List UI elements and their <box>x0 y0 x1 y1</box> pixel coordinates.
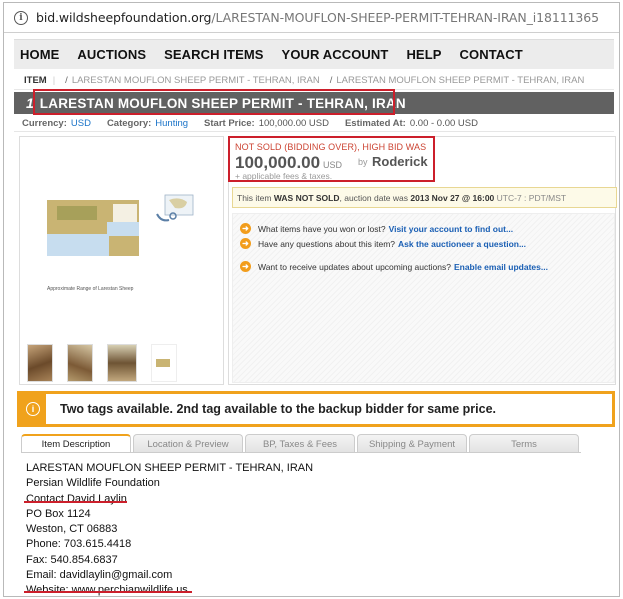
thumbnail-sheep-2[interactable] <box>67 344 93 382</box>
tab-terms[interactable]: Terms <box>469 434 579 453</box>
title-highlight-box <box>33 89 395 115</box>
info-icon[interactable]: i <box>14 10 28 25</box>
thumbnail-strip <box>27 344 217 382</box>
detail-tabs: Item Description Location & Preview BP, … <box>21 434 581 453</box>
tags-notice-banner: i Two tags available. 2nd tag available … <box>17 391 615 427</box>
breadcrumb-link-1[interactable]: LARESTAN MOUFLON SHEEP PERMIT - TEHRAN, … <box>72 75 320 86</box>
estimated-value: 0.00 - 0.00 USD <box>409 117 478 129</box>
inset-map-image <box>156 194 194 222</box>
map-caption: Approximate Range of Larestan Sheep <box>47 286 134 292</box>
description-line: LARESTAN MOUFLON SHEEP PERMIT - TEHRAN, … <box>26 462 314 474</box>
contact-underline <box>24 501 127 503</box>
currency-label: Currency: <box>22 117 67 129</box>
breadcrumb-divider: | <box>52 75 56 86</box>
description-line: Persian Wildlife Foundation <box>26 477 160 490</box>
tab-item-description[interactable]: Item Description <box>21 434 131 453</box>
nav-help[interactable]: HELP <box>406 47 441 62</box>
image-gallery: Approximate Range of Larestan Sheep <box>19 136 224 385</box>
info-icon: i <box>20 394 46 424</box>
tab-bp-taxes-fees[interactable]: BP, Taxes & Fees <box>245 434 355 453</box>
category-label: Category: <box>106 117 152 129</box>
breadcrumb-separator: / <box>65 75 68 86</box>
range-map-image[interactable] <box>47 200 139 256</box>
nav-home[interactable]: HOME <box>20 47 59 62</box>
address-bar[interactable]: i bid.wildsheepfoundation.org/LARESTAN-M… <box>4 3 619 33</box>
description-line: Weston, CT 06883 <box>26 523 118 536</box>
breadcrumb: ITEM | / LARESTAN MOUFLON SHEEP PERMIT -… <box>14 72 614 90</box>
description-line: Phone: 703.615.4418 <box>26 538 132 551</box>
tags-notice-text: Two tags available. 2nd tag available to… <box>60 402 497 416</box>
breadcrumb-link-2[interactable]: LARESTAN MOUFLON SHEEP PERMIT - TEHRAN, … <box>336 75 584 86</box>
item-meta: Currency: USD Category: Hunting Start Pr… <box>14 115 614 132</box>
description-line: Contact David Laylin <box>26 492 127 505</box>
nav-auctions[interactable]: AUCTIONS <box>77 47 146 62</box>
tab-location-preview[interactable]: Location & Preview <box>133 434 243 453</box>
arrow-right-icon: ➜ <box>240 223 251 234</box>
auction-result-notice: This item WAS NOT SOLD, auction date was… <box>232 187 617 208</box>
action-row-questions: ➜ Have any questions about this item? As… <box>240 238 526 249</box>
visit-account-link[interactable]: Visit your account to find out... <box>389 224 514 234</box>
breadcrumb-item-label: ITEM <box>24 75 47 86</box>
action-row-updates: ➜ Want to receive updates about upcoming… <box>240 261 548 272</box>
arrow-right-icon: ➜ <box>240 238 251 249</box>
main-nav: HOME AUCTIONS SEARCH ITEMS YOUR ACCOUNT … <box>14 39 614 69</box>
thumbnail-map[interactable] <box>151 344 177 382</box>
description-line: PO Box 1124 <box>26 507 91 520</box>
start-price-label: Start Price: <box>204 117 255 129</box>
nav-search-items[interactable]: SEARCH ITEMS <box>164 47 263 62</box>
action-links-panel: ➜ What items have you won or lost? Visit… <box>232 213 615 383</box>
item-description: LARESTAN MOUFLON SHEEP PERMIT - TEHRAN, … <box>26 461 313 599</box>
nav-your-account[interactable]: YOUR ACCOUNT <box>282 47 389 62</box>
bid-highlight-box <box>228 136 435 182</box>
estimated-label: Estimated At: <box>344 117 406 129</box>
currency-link[interactable]: USD <box>71 118 91 129</box>
website-underline <box>24 591 192 593</box>
thumbnail-sheep-1[interactable] <box>27 344 53 382</box>
url-text[interactable]: bid.wildsheepfoundation.org/LARESTAN-MOU… <box>36 10 599 25</box>
thumbnail-sheep-3[interactable] <box>107 344 137 382</box>
browser-window: i bid.wildsheepfoundation.org/LARESTAN-M… <box>3 2 620 597</box>
tab-divider <box>21 452 581 453</box>
description-line: Email: davidlaylin@gmail.com <box>26 569 173 582</box>
category-link[interactable]: Hunting <box>155 118 188 129</box>
description-line: Fax: 540.854.6837 <box>26 553 118 566</box>
enable-email-updates-link[interactable]: Enable email updates... <box>454 262 548 272</box>
ask-auctioneer-link[interactable]: Ask the auctioneer a question... <box>398 239 526 249</box>
breadcrumb-separator: / <box>329 75 333 86</box>
arrow-right-icon: ➜ <box>240 261 251 272</box>
start-price-value: 100,000.00 USD <box>258 117 329 129</box>
tab-shipping-payment[interactable]: Shipping & Payment <box>357 434 467 453</box>
nav-contact[interactable]: CONTACT <box>460 47 523 62</box>
action-row-won-lost: ➜ What items have you won or lost? Visit… <box>240 223 513 234</box>
